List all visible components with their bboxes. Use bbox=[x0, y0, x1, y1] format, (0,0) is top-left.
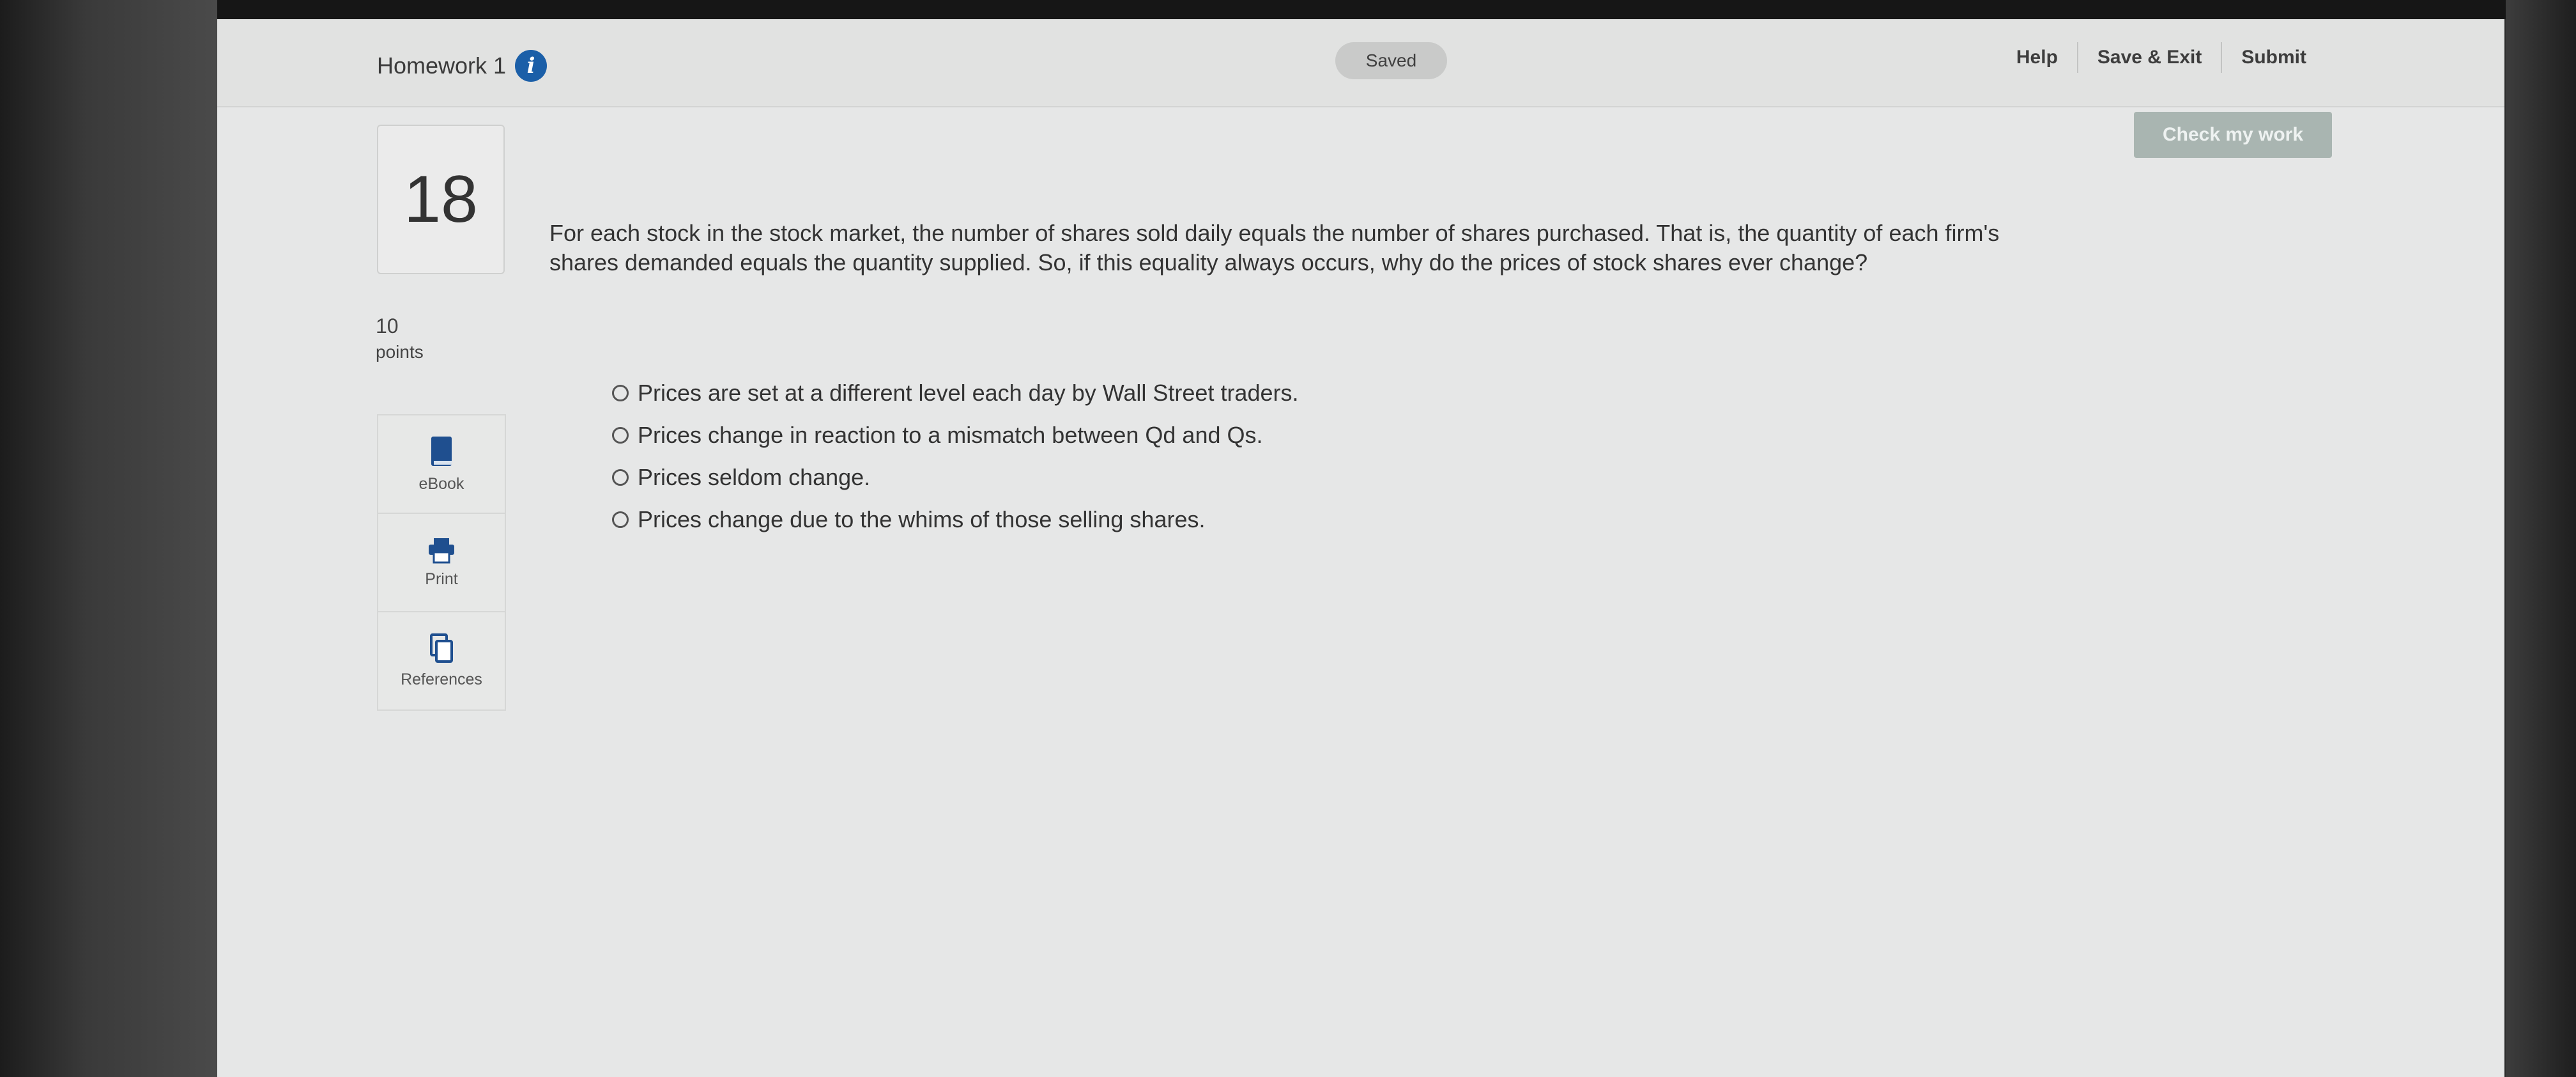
print-button[interactable]: Print bbox=[378, 514, 505, 612]
submit-link[interactable]: Submit bbox=[2222, 47, 2326, 68]
top-bar: Homework 1 i Saved Help Save & Exit Subm… bbox=[217, 19, 2504, 107]
ebook-label: eBook bbox=[418, 474, 464, 493]
question-text: For each stock in the stock market, the … bbox=[549, 220, 2000, 275]
saved-status-badge: Saved bbox=[1335, 42, 1447, 79]
ebook-button[interactable]: eBook bbox=[378, 415, 505, 514]
answer-option[interactable]: Prices are set at a different level each… bbox=[612, 372, 1299, 414]
help-link[interactable]: Help bbox=[1997, 47, 2077, 68]
assignment-screen: Homework 1 i Saved Help Save & Exit Subm… bbox=[217, 19, 2504, 1077]
radio-button[interactable] bbox=[612, 469, 629, 486]
monitor-bezel-left bbox=[0, 0, 217, 1077]
answer-option[interactable]: Prices change in reaction to a mismatch … bbox=[612, 414, 1299, 456]
radio-button[interactable] bbox=[612, 511, 629, 528]
info-icon[interactable]: i bbox=[515, 50, 548, 82]
answer-option[interactable]: Prices change due to the whims of those … bbox=[612, 499, 1299, 541]
question-number: 18 bbox=[377, 125, 505, 274]
top-links: Help Save & Exit Submit bbox=[1997, 42, 2326, 73]
answer-option[interactable]: Prices seldom change. bbox=[612, 456, 1299, 499]
save-exit-link[interactable]: Save & Exit bbox=[2078, 47, 2221, 68]
print-label: Print bbox=[425, 569, 458, 588]
monitor-bezel-top bbox=[0, 0, 2576, 19]
answer-option-label: Prices seldom change. bbox=[638, 464, 871, 490]
assignment-title: Homework 1 i bbox=[377, 50, 548, 82]
answer-option-label: Prices change in reaction to a mismatch … bbox=[638, 422, 1263, 448]
monitor-bezel-right bbox=[2506, 0, 2576, 1077]
check-my-work-button[interactable]: Check my work bbox=[2134, 112, 2332, 158]
answer-option-label: Prices are set at a different level each… bbox=[638, 380, 1299, 406]
points-label: points bbox=[376, 342, 424, 362]
points-info: 10 points bbox=[376, 314, 424, 362]
points-value: 10 bbox=[376, 314, 399, 337]
assignment-title-text: Homework 1 bbox=[377, 52, 507, 79]
book-icon bbox=[431, 436, 452, 466]
radio-button[interactable] bbox=[612, 427, 629, 444]
answer-option-label: Prices change due to the whims of those … bbox=[638, 506, 1206, 532]
printer-icon bbox=[429, 538, 454, 563]
resource-sidebar: eBook Print References bbox=[377, 414, 506, 711]
references-icon bbox=[430, 633, 453, 663]
references-label: References bbox=[401, 670, 482, 688]
answer-options: Prices are set at a different level each… bbox=[612, 372, 1299, 541]
radio-button[interactable] bbox=[612, 385, 629, 401]
references-button[interactable]: References bbox=[378, 612, 505, 709]
